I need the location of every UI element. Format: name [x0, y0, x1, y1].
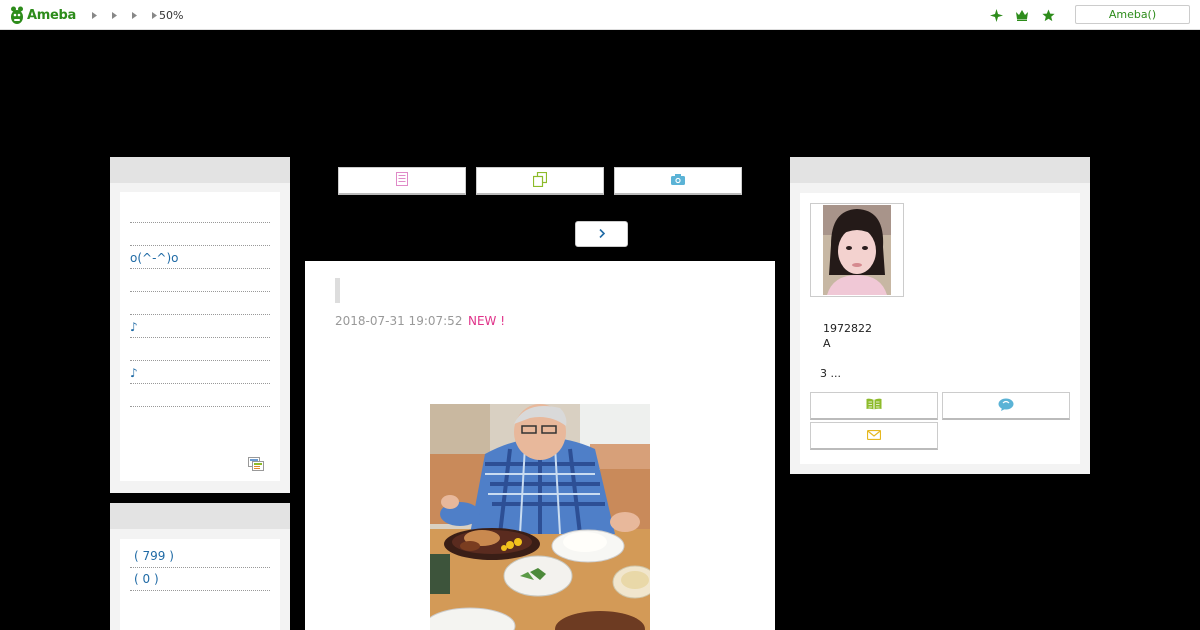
list-item[interactable]: [130, 223, 270, 246]
breadcrumb: 50%: [84, 8, 183, 22]
blog-article: 2018-07-31 19:07:52 NEW !: [305, 261, 775, 630]
breadcrumb-arrow-icon[interactable]: [124, 8, 144, 22]
crown-icon[interactable]: [1014, 7, 1030, 23]
entry-photo[interactable]: [430, 404, 650, 630]
theme-count[interactable]: ( 0 ): [130, 568, 270, 591]
login-button[interactable]: Ameba(): [1075, 5, 1190, 24]
list-item[interactable]: ♪: [130, 315, 270, 338]
reader-button[interactable]: [810, 392, 938, 420]
breadcrumb-arrow-icon[interactable]: [149, 8, 159, 22]
speech-bubble-icon: [998, 398, 1014, 414]
theme-panel: ( 799 ) ( 0 ): [110, 503, 290, 630]
message-board-button[interactable]: [942, 392, 1070, 420]
photo-list-button[interactable]: [614, 167, 742, 195]
next-entry-button[interactable]: [575, 221, 628, 247]
profile-photo: [823, 205, 891, 295]
profile-bio: 3 ...: [820, 367, 841, 380]
sparkle-icon[interactable]: [988, 7, 1004, 23]
list-item[interactable]: [130, 338, 270, 361]
copy-icon: [532, 171, 548, 190]
camera-icon: [671, 173, 685, 188]
panel-header: [790, 157, 1090, 183]
send-message-button[interactable]: [810, 422, 938, 450]
list-item[interactable]: [130, 269, 270, 292]
archive-button[interactable]: [476, 167, 604, 195]
breadcrumb-arrow-icon[interactable]: [84, 8, 104, 22]
document-icon: [396, 172, 408, 189]
entry-list-button[interactable]: [338, 167, 466, 195]
list-item[interactable]: [130, 384, 270, 407]
ameba-mascot-icon: [10, 6, 24, 24]
list-item[interactable]: [130, 201, 270, 223]
list-item[interactable]: ♪: [130, 361, 270, 384]
panel-header: [110, 503, 290, 529]
list-item[interactable]: [130, 292, 270, 315]
ameba-logo[interactable]: Ameba: [10, 6, 76, 24]
rss-feed-icon[interactable]: [248, 457, 264, 471]
new-badge: NEW !: [468, 314, 506, 328]
header-icons: [988, 7, 1056, 23]
chevron-right-icon: [598, 227, 605, 241]
breadcrumb-arrow-icon[interactable]: [104, 8, 124, 22]
zoom-level[interactable]: 50%: [159, 9, 183, 22]
book-icon: [866, 398, 882, 413]
profile-gender: A: [823, 337, 831, 350]
theme-count[interactable]: ( 799 ): [130, 545, 270, 568]
recent-entries-panel: o(^-^)o ♪ ♪: [110, 157, 290, 493]
avatar[interactable]: [810, 203, 904, 297]
profile-id: 1972822: [823, 322, 872, 335]
logo-text: Ameba: [27, 7, 77, 23]
mail-icon: [866, 429, 882, 443]
panel-header: [110, 157, 290, 183]
recent-entries-list: o(^-^)o ♪ ♪: [130, 201, 270, 407]
global-header: Ameba 50% Ameba(): [0, 0, 1200, 30]
list-item[interactable]: o(^-^)o: [130, 246, 270, 269]
star-icon[interactable]: [1040, 7, 1056, 23]
title-accent-bar: [335, 278, 340, 303]
entry-date: 2018-07-31 19:07:52: [335, 314, 463, 328]
